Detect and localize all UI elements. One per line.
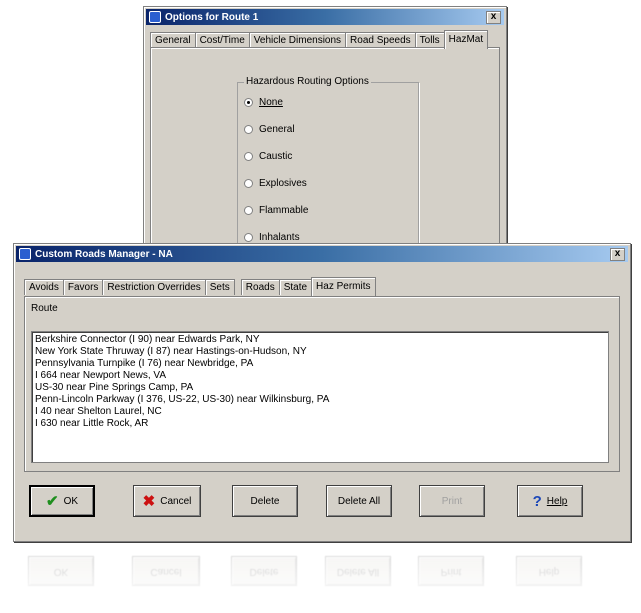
x-icon: ✖ — [142, 492, 156, 510]
list-item[interactable]: I 630 near Little Rock, AR — [32, 418, 608, 430]
radio-flammable[interactable]: Flammable — [244, 205, 308, 216]
route-column-header: Route — [31, 303, 58, 314]
question-icon: ? — [532, 492, 542, 510]
help-button[interactable]: ? Help — [517, 485, 583, 517]
radio-label: Caustic — [259, 151, 293, 162]
print-label: Print — [441, 495, 463, 507]
tab-favors[interactable]: Favors — [62, 279, 104, 295]
reflection-print: Print — [418, 556, 484, 586]
manager-title-bar[interactable]: Custom Roads Manager - NA x — [16, 246, 628, 262]
tab-vehicle-dimensions[interactable]: Vehicle Dimensions — [248, 32, 347, 48]
ok-button[interactable]: ✔ OK — [29, 485, 95, 517]
radio-label: Explosives — [259, 178, 307, 189]
close-icon[interactable]: x — [610, 248, 625, 261]
cancel-button[interactable]: ✖ Cancel — [133, 485, 201, 517]
tab-roads[interactable]: Roads — [240, 279, 280, 295]
radio-label: Flammable — [259, 205, 309, 216]
radio-explosives[interactable]: Explosives — [244, 178, 307, 189]
hazardous-routing-group: Hazardous Routing Options None General C… — [237, 76, 419, 254]
tab-general[interactable]: General — [150, 32, 196, 48]
delete-label: Delete — [250, 495, 280, 507]
cancel-label: Cancel — [160, 495, 192, 507]
app-logo-icon — [149, 11, 161, 23]
tab-haz-permits[interactable]: Haz Permits — [311, 277, 376, 296]
options-tabs: General Cost/Time Vehicle Dimensions Roa… — [150, 29, 489, 49]
radio-inhalants[interactable]: Inhalants — [244, 232, 300, 243]
radio-label: Inhalants — [259, 232, 300, 243]
radio-general[interactable]: General — [244, 124, 295, 135]
delete-all-button[interactable]: Delete All — [326, 485, 392, 517]
reflection-label: Help — [538, 565, 560, 577]
routes-list[interactable]: Berkshire Connector (I 90) near Edwards … — [31, 331, 609, 463]
haz-permits-panel: Route Berkshire Connector (I 90) near Ed… — [24, 296, 620, 472]
manager-window-title: Custom Roads Manager - NA — [35, 248, 173, 260]
radio-caustic[interactable]: Caustic — [244, 151, 292, 162]
tab-road-speeds[interactable]: Road Speeds — [345, 32, 416, 48]
list-item[interactable]: Pennsylvania Turnpike (I 76) near Newbri… — [32, 358, 608, 370]
delete-button[interactable]: Delete — [232, 485, 298, 517]
buttons-reflection: OK Cancel Delete Delete All Print Help — [13, 548, 629, 608]
list-item[interactable]: Berkshire Connector (I 90) near Edwards … — [32, 334, 608, 346]
reflection-ok: OK — [28, 556, 94, 586]
reflection-cancel: Cancel — [132, 556, 200, 586]
reflection-help: Help — [516, 556, 582, 586]
radio-circle[interactable] — [244, 98, 253, 107]
radio-circle[interactable] — [244, 152, 253, 161]
custom-roads-manager-window: Custom Roads Manager - NA x Avoids Favor… — [13, 243, 631, 542]
list-item[interactable]: I 40 near Shelton Laurel, NC — [32, 406, 608, 418]
radio-circle[interactable] — [244, 206, 253, 215]
check-icon: ✔ — [45, 492, 59, 510]
options-tab-panel: Hazardous Routing Options None General C… — [150, 47, 500, 254]
radio-label: None — [259, 97, 283, 108]
ok-label: OK — [63, 495, 79, 507]
tab-tolls[interactable]: Tolls — [414, 32, 445, 48]
reflection-label: Delete All — [336, 565, 380, 577]
options-window-title: Options for Route 1 — [165, 11, 259, 23]
app-logo-icon — [19, 248, 31, 260]
radio-label: General — [259, 124, 295, 135]
list-item[interactable]: Penn-Lincoln Parkway (I 376, US-22, US-3… — [32, 394, 608, 406]
tab-avoids[interactable]: Avoids — [24, 279, 64, 295]
reflection-delete: Delete — [231, 556, 297, 586]
options-window: Options for Route 1 x General Cost/Time … — [143, 6, 507, 254]
radio-circle[interactable] — [244, 233, 253, 242]
reflection-label: Delete — [249, 565, 279, 577]
tab-cost-time[interactable]: Cost/Time — [194, 32, 250, 48]
options-title-bar[interactable]: Options for Route 1 x — [146, 9, 504, 25]
radio-circle[interactable] — [244, 125, 253, 134]
reflection-label: Print — [440, 565, 462, 577]
close-icon[interactable]: x — [486, 11, 501, 24]
tab-sets[interactable]: Sets — [204, 279, 235, 295]
reflection-label: Cancel — [150, 565, 182, 577]
manager-tabs: Avoids Favors Restriction Overrides Sets… — [24, 276, 376, 296]
reflection-label: OK — [53, 565, 69, 577]
list-item[interactable]: New York State Thruway (I 87) near Hasti… — [32, 346, 608, 358]
delete-all-label: Delete All — [337, 495, 381, 507]
help-label: Help — [546, 495, 568, 507]
list-item[interactable]: US-30 near Pine Springs Camp, PA — [32, 382, 608, 394]
tab-state[interactable]: State — [278, 279, 313, 295]
hazardous-routing-label: Hazardous Routing Options — [244, 76, 371, 87]
list-item[interactable]: I 664 near Newport News, VA — [32, 370, 608, 382]
tab-hazmat[interactable]: HazMat — [443, 30, 489, 49]
radio-none[interactable]: None — [244, 97, 283, 108]
tab-restriction-overrides[interactable]: Restriction Overrides — [102, 279, 206, 295]
radio-circle[interactable] — [244, 179, 253, 188]
reflection-delete-all: Delete All — [325, 556, 391, 586]
print-button[interactable]: Print — [419, 485, 485, 517]
